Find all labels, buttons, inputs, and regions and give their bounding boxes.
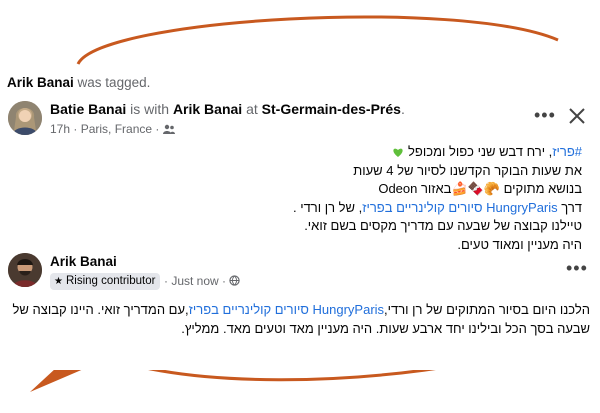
- hungryparis-page-link[interactable]: HungryParis סיורים קולינריים בפריז: [362, 200, 557, 215]
- rising-contributor-badge[interactable]: ★ Rising contributor: [50, 273, 161, 290]
- comment-author[interactable]: Arik Banai: [50, 254, 117, 269]
- post-line-2: את שעות הבוקר הקדשנו לסיור של 4 שעות: [353, 162, 582, 178]
- more-options-icon[interactable]: •••: [534, 106, 556, 124]
- comment-body: הלכנו היום בסיור המתוקים של רן ורדי,Hung…: [10, 300, 590, 338]
- avatar[interactable]: [8, 253, 42, 287]
- star-icon: ★: [54, 276, 63, 287]
- green-heart-icon: [393, 148, 404, 158]
- more-options-icon[interactable]: •••: [566, 259, 588, 277]
- hungryparis-page-link[interactable]: HungryParis סיורים קולינריים בפריז: [189, 302, 384, 317]
- post-line-6: היה מעניין ומאוד טעים.: [457, 236, 582, 252]
- avatar[interactable]: [8, 101, 42, 135]
- comment-time[interactable]: Just now: [171, 274, 218, 288]
- post-meta: 17h · Paris, France ·: [50, 122, 175, 136]
- post-line-4: דרך HungryParis סיורים קולינריים בפריז, …: [293, 199, 582, 215]
- post-body: #פריז, ירח דבש שני כפול ומכופל את שעות ה…: [162, 143, 582, 255]
- comment-line-2: שבעה בסך הכל ובילינו יחד ארבע שעות. היה …: [181, 321, 590, 336]
- post-tagged-user[interactable]: Arik Banai: [173, 101, 242, 117]
- post-author[interactable]: Batie Banai: [50, 101, 126, 117]
- comment-line-1: הלכנו היום בסיור המתוקים של רן ורדי,Hung…: [12, 302, 590, 317]
- public-globe-icon[interactable]: [229, 275, 241, 286]
- post-location[interactable]: St-Germain-des-Prés: [262, 101, 401, 117]
- hashtag-link[interactable]: #פריז: [552, 144, 582, 159]
- close-icon[interactable]: [568, 107, 586, 125]
- post-time[interactable]: 17h: [50, 122, 70, 136]
- post-place: Paris, France: [80, 122, 153, 136]
- post-line-5: טיילנו קבוצה של שבעה עם מדריך מקסים בשם …: [304, 218, 582, 234]
- post-line-1: #פריז, ירח דבש שני כפול ומכופל: [162, 143, 582, 162]
- friends-audience-icon[interactable]: [162, 124, 175, 134]
- tag-notice: Arik Banai was tagged.: [7, 75, 151, 90]
- post-line-3: בנושא מתוקים 🥐🍫🍰באזור Odeon: [378, 181, 582, 197]
- post-header: Batie Banai is with Arik Banai at St-Ger…: [50, 101, 405, 117]
- comment-meta: · Just now ·: [164, 274, 241, 288]
- tagged-user-name[interactable]: Arik Banai: [7, 75, 74, 90]
